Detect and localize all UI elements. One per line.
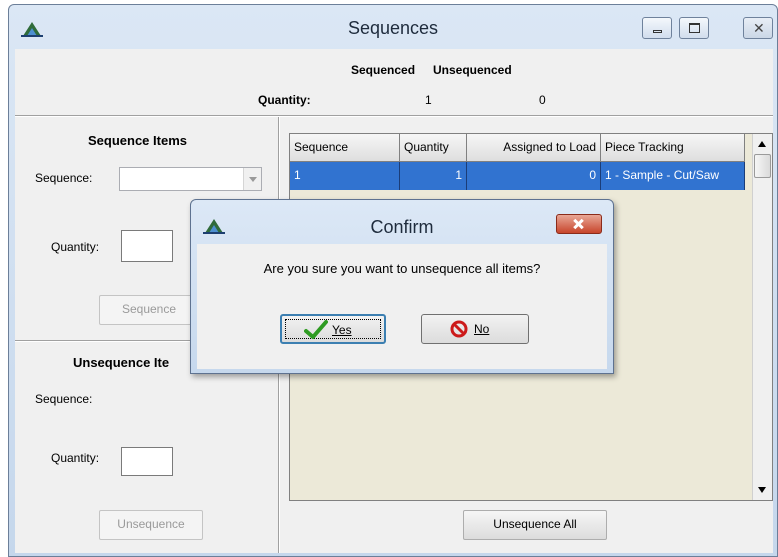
sequenced-quantity-value: 1 — [425, 93, 432, 107]
minimize-icon — [653, 30, 662, 33]
no-icon — [450, 320, 468, 338]
cell-piece-tracking: 1 - Sample - Cut/Saw — [601, 162, 745, 190]
unsequenced-header: Unsequenced — [433, 63, 512, 77]
no-button[interactable]: No — [421, 314, 529, 344]
unsequence-items-title: Unsequence Ite — [73, 355, 170, 370]
dialog-title: Confirm — [370, 217, 434, 237]
no-label: No — [474, 322, 490, 336]
cell-quantity: 1 — [400, 162, 467, 190]
sequenced-header: Sequenced — [351, 63, 416, 77]
table-row[interactable]: 1 1 0 1 - Sample - Cut/Saw — [290, 162, 745, 190]
column-header-quantity[interactable]: Quantity — [400, 134, 467, 162]
unsequence-all-button[interactable]: Unsequence All — [463, 510, 607, 540]
grid-vertical-scrollbar[interactable] — [752, 134, 772, 500]
dialog-message: Are you sure you want to unsequence all … — [263, 261, 541, 276]
cell-sequence: 1 — [290, 162, 400, 190]
unsequence-quantity-input[interactable] — [121, 447, 173, 476]
unsequenced-quantity-value: 0 — [539, 93, 546, 107]
yes-button[interactable]: Yes — [280, 314, 386, 344]
yes-label: Yes — [332, 323, 352, 337]
scroll-thumb[interactable] — [754, 154, 771, 178]
dialog-body: Are you sure you want to unsequence all … — [197, 244, 607, 369]
close-icon: ✕ — [753, 20, 765, 36]
maximize-icon — [689, 23, 700, 33]
sequence-select[interactable] — [119, 167, 262, 191]
confirm-dialog: Confirm Are you sure you want to unseque… — [190, 199, 614, 374]
title-bar[interactable]: Sequences ✕ — [9, 5, 777, 49]
dialog-close-button[interactable] — [556, 214, 602, 234]
sequence-label: Sequence: — [35, 171, 93, 185]
quantity-summary-label: Quantity: — [258, 93, 311, 107]
chevron-down-icon[interactable] — [243, 168, 261, 190]
summary-divider — [15, 115, 773, 117]
column-header-assigned-to-load[interactable]: Assigned to Load — [467, 134, 601, 162]
checkmark-icon — [304, 320, 328, 339]
unsequence-button[interactable]: Unsequence — [99, 510, 203, 540]
column-header-sequence[interactable]: Sequence — [290, 134, 400, 162]
sequence-quantity-input[interactable] — [121, 230, 173, 262]
minimize-button[interactable] — [642, 17, 672, 39]
scroll-up-arrow-icon[interactable] — [753, 134, 772, 154]
unsequence-sequence-label: Sequence: — [35, 392, 93, 406]
close-button[interactable]: ✕ — [743, 17, 773, 39]
cell-assigned-to-load: 0 — [467, 162, 601, 190]
quantity-label: Quantity: — [51, 240, 100, 254]
unsequence-quantity-label: Quantity: — [51, 451, 100, 465]
maximize-button[interactable] — [679, 17, 709, 39]
scroll-down-arrow-icon[interactable] — [753, 480, 772, 500]
column-header-piece-tracking[interactable]: Piece Tracking — [601, 134, 745, 162]
sequence-button[interactable]: Sequence — [99, 295, 199, 325]
sequence-items-title: Sequence Items — [88, 133, 187, 148]
grid-header: Sequence Quantity Assigned to Load Piece… — [290, 134, 745, 162]
